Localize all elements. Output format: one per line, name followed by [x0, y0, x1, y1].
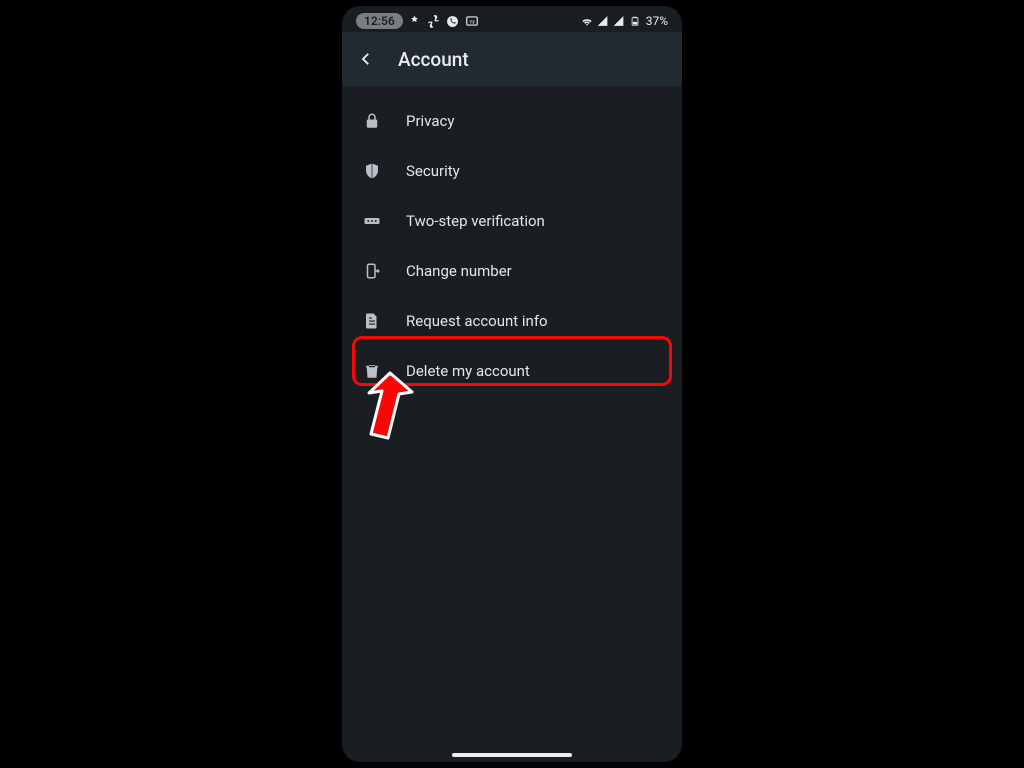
signal-1-icon [596, 14, 610, 28]
status-time: 12:56 [356, 13, 403, 29]
menu-label: Request account info [406, 312, 548, 330]
fan-icon [427, 14, 441, 28]
menu-item-delete-account[interactable]: Delete my account [342, 346, 682, 396]
phone-circle-icon [446, 14, 460, 28]
back-button[interactable] [356, 49, 376, 69]
shield-icon [362, 161, 382, 181]
menu-item-security[interactable]: Security [342, 146, 682, 196]
battery-percent: 37% [646, 14, 668, 28]
menu-label: Security [406, 162, 460, 180]
phone-arrow-icon [362, 261, 382, 281]
status-bar: 12:56 २३ [342, 6, 682, 32]
lock-icon [362, 111, 382, 131]
page-title: Account [398, 48, 469, 71]
battery-icon [628, 14, 642, 28]
wifi-icon [580, 14, 594, 28]
menu-item-two-step[interactable]: Two-step verification [342, 196, 682, 246]
menu-item-privacy[interactable]: Privacy [342, 96, 682, 146]
password-icon [362, 211, 382, 231]
svg-text:२३: २३ [469, 19, 475, 25]
app-header: Account [342, 32, 682, 86]
nav-handle[interactable] [452, 753, 572, 757]
hand-icon [408, 14, 422, 28]
status-left: 12:56 २३ [356, 13, 479, 29]
menu-list: Privacy Security Two-step verification C… [342, 86, 682, 396]
menu-label: Delete my account [406, 362, 530, 380]
signal-2-icon [612, 14, 626, 28]
menu-label: Two-step verification [406, 212, 545, 230]
document-icon [362, 311, 382, 331]
menu-item-request-info[interactable]: Request account info [342, 296, 682, 346]
menu-label: Privacy [406, 112, 454, 130]
menu-item-change-number[interactable]: Change number [342, 246, 682, 296]
badge-icon: २३ [465, 14, 479, 28]
phone-screen: 12:56 २३ [342, 6, 682, 762]
menu-label: Change number [406, 262, 512, 280]
status-right: 37% [580, 14, 668, 28]
trash-icon [362, 361, 382, 381]
